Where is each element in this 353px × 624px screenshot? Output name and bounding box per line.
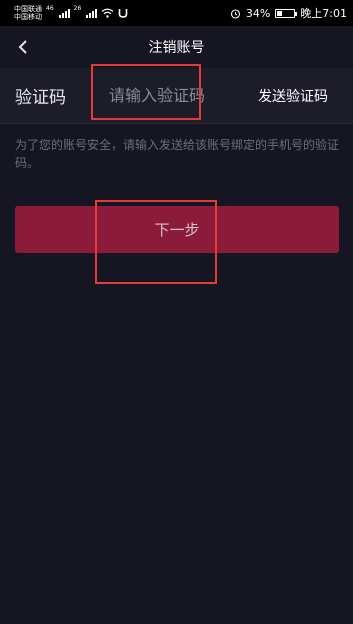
next-step-button[interactable]: 下一步 — [15, 206, 339, 253]
status-time: 晚上7:01 — [300, 7, 347, 20]
status-right: 34% 晚上7:01 — [230, 5, 347, 21]
status-left: 中国联通 中国移动 46 26 — [14, 5, 128, 21]
verification-code-input[interactable] — [109, 86, 227, 105]
battery-icon — [275, 8, 298, 18]
status-bar: 中国联通 中国移动 46 26 34% 晚上7:01 — [0, 0, 353, 26]
battery-percent: 34% — [245, 6, 271, 20]
carrier-1: 中国联通 — [14, 5, 42, 13]
wifi-icon — [101, 8, 114, 18]
battery-level — [277, 10, 283, 16]
code-label: 验证码 — [15, 88, 66, 108]
chevron-left-icon[interactable] — [12, 36, 34, 58]
send-code-button[interactable]: 发送验证码 — [258, 86, 328, 106]
page-header: 注销账号 — [0, 26, 353, 68]
description-text: 为了您的账号安全，请输入发送给该账号绑定的手机号的验证码。 — [15, 138, 340, 170]
page-title: 注销账号 — [148, 40, 205, 56]
app-notification-icon — [118, 9, 128, 18]
alarm-icon — [230, 8, 240, 19]
signal-icon — [58, 8, 70, 18]
carrier-2: 中国移动 — [14, 13, 42, 21]
network-type-1: 46 — [46, 5, 54, 12]
verification-code-row: 验证码 发送验证码 — [0, 68, 353, 124]
network-type-2: 26 — [73, 5, 82, 12]
carrier-names: 中国联通 中国移动 — [14, 5, 42, 21]
signal-icon-2 — [86, 8, 98, 18]
